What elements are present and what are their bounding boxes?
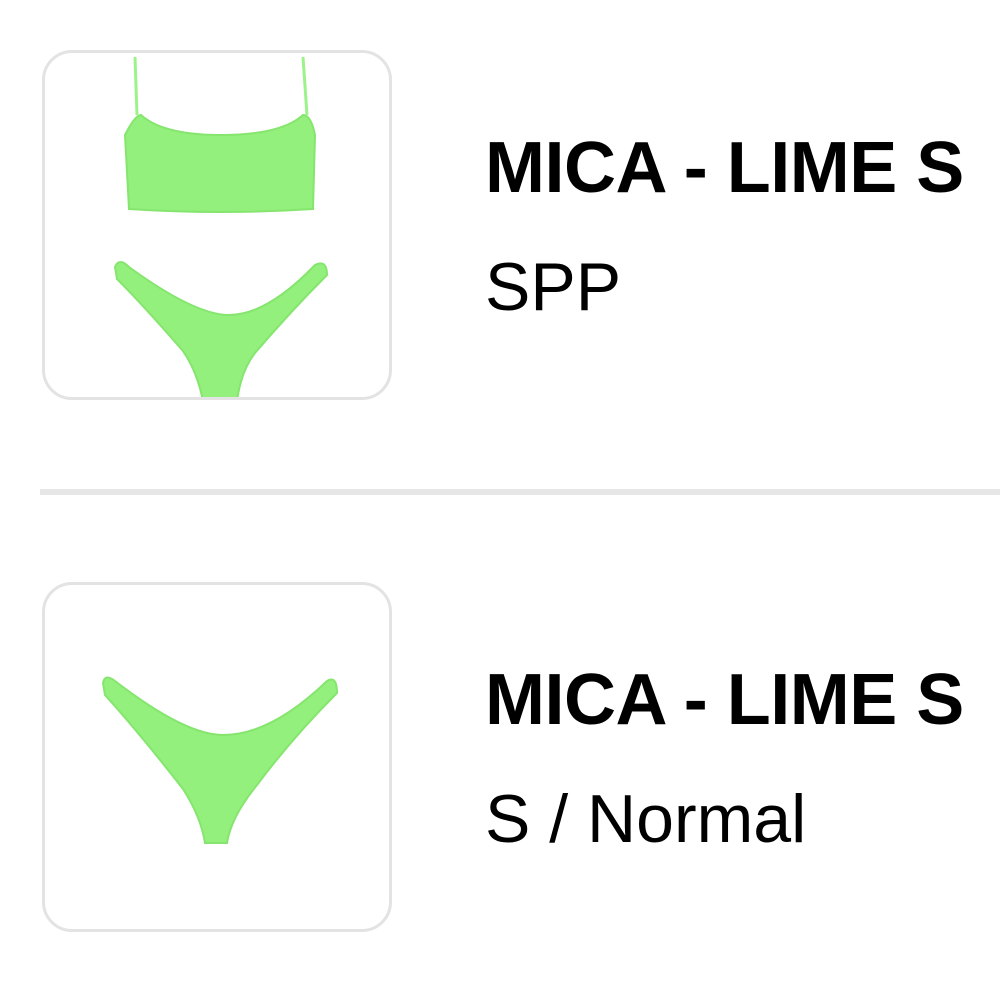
cart-item: MICA - LIME S S / Normal	[0, 580, 1000, 940]
product-title[interactable]: MICA - LIME S	[485, 664, 964, 736]
cart-item-list: MICA - LIME S SPP MICA - LIME S S / Norm…	[0, 0, 1000, 1000]
product-title[interactable]: MICA - LIME S	[485, 132, 964, 204]
product-variant: S / Normal	[485, 781, 807, 857]
product-thumbnail[interactable]	[42, 582, 392, 932]
bikini-set-image	[113, 56, 329, 397]
bikini-bottom-image	[101, 676, 339, 844]
bikini-top-shape	[123, 113, 317, 213]
item-divider	[40, 489, 1000, 495]
cart-item: MICA - LIME S SPP	[0, 48, 1000, 408]
product-thumbnail[interactable]	[42, 50, 392, 400]
bikini-bottom-shape	[113, 261, 329, 397]
product-variant: SPP	[485, 249, 622, 325]
strap-right	[301, 56, 309, 116]
bikini-bottom-shape	[101, 676, 339, 844]
strap-left	[133, 56, 139, 116]
